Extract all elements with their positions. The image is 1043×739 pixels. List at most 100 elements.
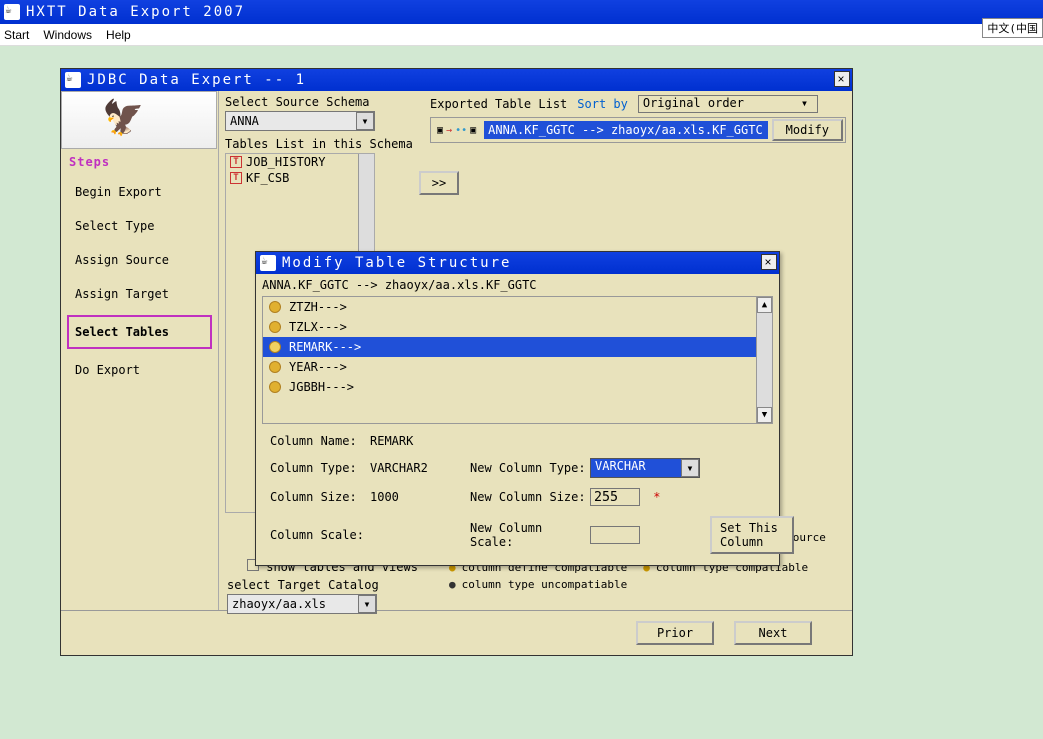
java-icon bbox=[260, 255, 276, 271]
chevron-down-icon[interactable]: ▾ bbox=[681, 459, 699, 477]
new-column-type-select[interactable]: VARCHAR ▾ bbox=[590, 458, 700, 478]
eagle-image bbox=[61, 91, 217, 149]
menubar: Start Windows Help bbox=[0, 24, 1043, 46]
status-icon bbox=[269, 301, 281, 313]
catalog-select[interactable]: zhaoyx/aa.xls ▾ bbox=[227, 594, 377, 614]
status-icon bbox=[269, 361, 281, 373]
source-schema-select[interactable]: ANNA ▾ bbox=[225, 111, 375, 131]
dialog-mapping-path: ANNA.KF_GGTC --> zhaoyx/aa.xls.KF_GGTC bbox=[256, 274, 779, 296]
tables-list-label: Tables List in this Schema bbox=[225, 137, 418, 151]
set-column-button[interactable]: Set This Column bbox=[710, 516, 794, 554]
sort-value: Original order bbox=[643, 96, 744, 110]
table-name: KF_CSB bbox=[246, 171, 289, 185]
app-titlebar: HXTT Data Export 2007 bbox=[0, 0, 1043, 24]
source-schema-label: Select Source Schema bbox=[225, 95, 418, 109]
column-detail-grid: Column Name: REMARK Column Type: VARCHAR… bbox=[256, 424, 779, 564]
steps-panel: Steps Begin Export Select Type Assign So… bbox=[61, 91, 219, 610]
menu-help[interactable]: Help bbox=[106, 28, 131, 42]
workspace: JDBC Data Expert -- 1 × Steps Begin Expo… bbox=[0, 46, 1043, 739]
column-name: TZLX---> bbox=[289, 320, 347, 334]
close-icon[interactable]: × bbox=[761, 254, 777, 270]
menu-windows[interactable]: Windows bbox=[43, 28, 92, 42]
step-assign-source[interactable]: Assign Source bbox=[61, 243, 218, 277]
sort-select[interactable]: Original order ▾ bbox=[638, 95, 818, 113]
close-icon[interactable]: × bbox=[834, 71, 850, 87]
scroll-up-icon[interactable]: ▲ bbox=[757, 297, 772, 313]
table-icon: T bbox=[230, 172, 242, 184]
exported-row[interactable]: ▣→••▣ ANNA.KF_GGTC --> zhaoyx/aa.xls.KF_… bbox=[433, 119, 843, 141]
java-icon bbox=[65, 72, 81, 88]
wizard-title: JDBC Data Expert -- 1 bbox=[87, 72, 306, 88]
column-name-label: Column Name: bbox=[270, 434, 370, 448]
table-icon: T bbox=[230, 156, 242, 168]
export-header: Exported Table List Sort by Original ord… bbox=[430, 95, 846, 113]
modify-button[interactable]: Modify bbox=[772, 119, 843, 141]
column-name: YEAR---> bbox=[289, 360, 347, 374]
column-row[interactable]: JGBBH---> bbox=[263, 377, 772, 397]
wizard-titlebar: JDBC Data Expert -- 1 × bbox=[61, 69, 852, 91]
source-schema-value: ANNA bbox=[230, 114, 259, 128]
step-assign-target[interactable]: Assign Target bbox=[61, 277, 218, 311]
column-size-value: 1000 bbox=[370, 490, 470, 504]
status-icon bbox=[269, 321, 281, 333]
catalog-value: zhaoyx/aa.xls bbox=[232, 597, 326, 611]
next-button[interactable]: Next bbox=[734, 621, 812, 645]
step-begin-export[interactable]: Begin Export bbox=[61, 175, 218, 209]
column-name: ZTZH---> bbox=[289, 300, 347, 314]
legend-row: ● column type uncompatiable bbox=[449, 576, 859, 593]
required-star-icon: * bbox=[653, 490, 660, 504]
chevron-down-icon[interactable]: ▾ bbox=[356, 112, 374, 130]
ime-badge[interactable]: 中文(中国 bbox=[982, 18, 1043, 38]
step-select-tables[interactable]: Select Tables bbox=[67, 315, 212, 349]
wizard-footer: Prior Next bbox=[61, 610, 852, 655]
chevron-down-icon[interactable]: ▾ bbox=[801, 96, 817, 112]
new-column-size-input[interactable] bbox=[590, 488, 640, 506]
status-icon bbox=[269, 341, 281, 353]
new-column-type-label: New Column Type: bbox=[470, 461, 590, 475]
java-icon bbox=[4, 4, 20, 20]
column-type-label: Column Type: bbox=[270, 461, 370, 475]
column-name: REMARK---> bbox=[289, 340, 361, 354]
new-column-size-wrap: * bbox=[590, 488, 710, 506]
modify-structure-dialog: Modify Table Structure × ANNA.KF_GGTC --… bbox=[255, 251, 780, 566]
catalog-label: select Target Catalog bbox=[227, 578, 437, 592]
bullet-icon: ● bbox=[449, 578, 456, 591]
exported-mapping: ANNA.KF_GGTC --> zhaoyx/aa.xls.KF_GGTC bbox=[484, 121, 768, 139]
column-type-value: VARCHAR2 bbox=[370, 461, 470, 475]
column-row-selected[interactable]: REMARK---> bbox=[263, 337, 772, 357]
chevron-down-icon[interactable]: ▾ bbox=[358, 595, 376, 613]
column-scale-label: Column Scale: bbox=[270, 528, 370, 542]
catalog-area: show tables and views select Target Cata… bbox=[227, 559, 437, 614]
status-icon bbox=[269, 381, 281, 393]
new-column-scale-input[interactable] bbox=[590, 526, 640, 544]
menu-start[interactable]: Start bbox=[4, 28, 29, 42]
transfer-icon: ▣→••▣ bbox=[433, 125, 480, 136]
column-row[interactable]: YEAR---> bbox=[263, 357, 772, 377]
column-name: JGBBH---> bbox=[289, 380, 354, 394]
new-column-scale-label: New Column Scale: bbox=[470, 521, 590, 549]
app-title: HXTT Data Export 2007 bbox=[26, 4, 245, 20]
table-row[interactable]: T KF_CSB bbox=[226, 170, 374, 186]
exported-list[interactable]: ▣→••▣ ANNA.KF_GGTC --> zhaoyx/aa.xls.KF_… bbox=[430, 117, 846, 143]
column-row[interactable]: TZLX---> bbox=[263, 317, 772, 337]
table-row[interactable]: T JOB_HISTORY bbox=[226, 154, 374, 170]
steps-heading: Steps bbox=[61, 149, 218, 175]
sort-by-label: Sort by bbox=[577, 97, 628, 111]
move-right-button[interactable]: >> bbox=[419, 171, 459, 195]
new-column-type-value: VARCHAR bbox=[595, 459, 646, 473]
step-select-type[interactable]: Select Type bbox=[61, 209, 218, 243]
step-do-export[interactable]: Do Export bbox=[61, 353, 218, 387]
export-list-label: Exported Table List bbox=[430, 97, 567, 111]
scrollbar[interactable]: ▲ ▼ bbox=[756, 297, 772, 423]
new-column-size-label: New Column Size: bbox=[470, 490, 590, 504]
dialog-title: Modify Table Structure bbox=[282, 255, 511, 271]
table-name: JOB_HISTORY bbox=[246, 155, 325, 169]
scroll-down-icon[interactable]: ▼ bbox=[757, 407, 772, 423]
column-list[interactable]: ZTZH---> TZLX---> REMARK---> YEAR---> JG… bbox=[262, 296, 773, 424]
column-size-label: Column Size: bbox=[270, 490, 370, 504]
column-row[interactable]: ZTZH---> bbox=[263, 297, 772, 317]
column-name-value: REMARK bbox=[370, 434, 470, 448]
dialog-titlebar: Modify Table Structure × bbox=[256, 252, 779, 274]
legend-text: column type uncompatiable bbox=[462, 578, 628, 591]
prior-button[interactable]: Prior bbox=[636, 621, 714, 645]
